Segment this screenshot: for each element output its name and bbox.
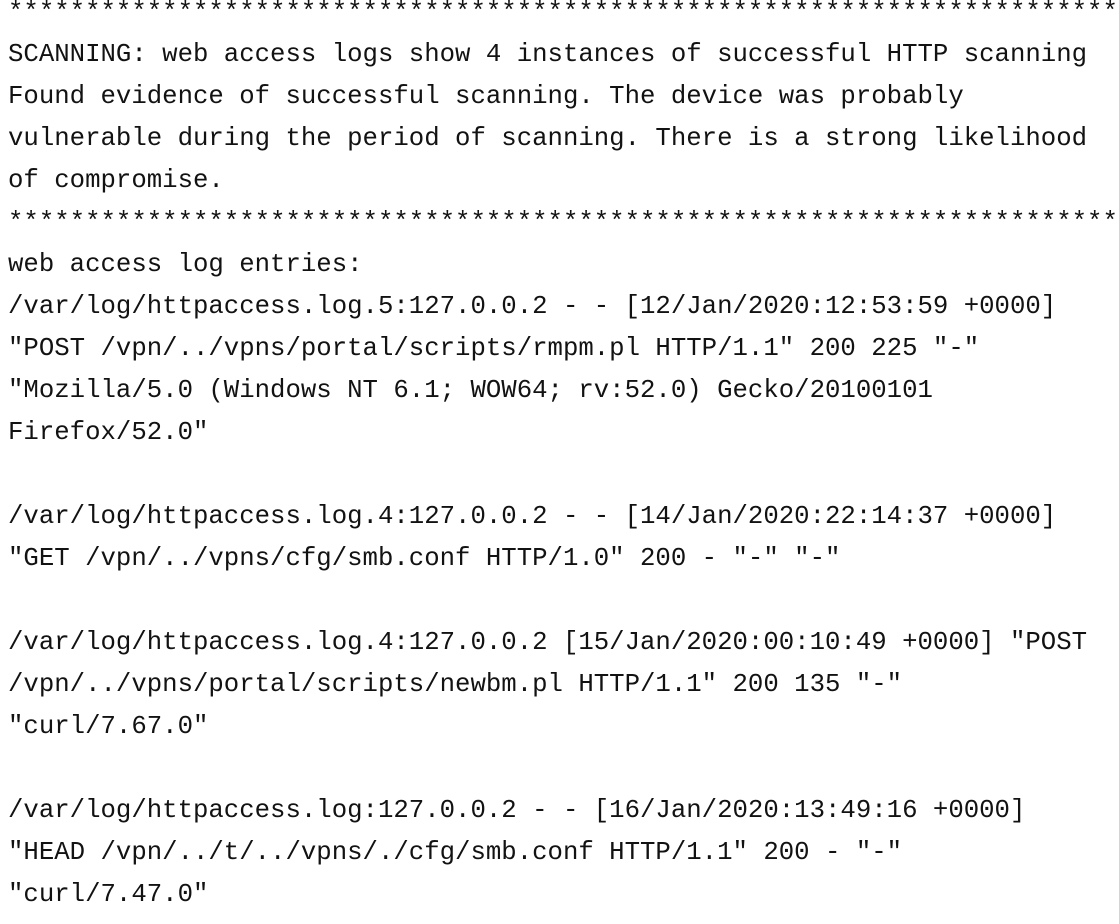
- log-entry-4-line-3: "curl/7.47.0": [8, 880, 209, 909]
- log-entry-1-line-2: "POST /vpn/../vpns/portal/scripts/rmpm.p…: [8, 334, 980, 363]
- scanning-report-text: ****************************************…: [0, 0, 1119, 924]
- log-entries-heading: web access log entries:: [8, 250, 363, 279]
- log-entry-2-line-1: /var/log/httpaccess.log.4:127.0.0.2 - - …: [8, 502, 1057, 531]
- log-entry-4-line-1: /var/log/httpaccess.log:127.0.0.2 - - [1…: [8, 796, 1026, 825]
- log-entry-3-line-3: "curl/7.67.0": [8, 712, 209, 741]
- scanning-summary-heading: SCANNING: web access logs show 4 instanc…: [8, 40, 1088, 69]
- log-entry-3-line-2: /vpn/../vpns/portal/scripts/newbm.pl HTT…: [8, 670, 903, 699]
- log-entry-spacer-3: [8, 748, 1119, 790]
- log-entry-4-line-2: "HEAD /vpn/../t/../vpns/./cfg/smb.conf H…: [8, 838, 903, 867]
- log-entry-1-line-4: Firefox/52.0": [8, 418, 209, 447]
- scanning-summary-line-3: of compromise.: [8, 166, 224, 195]
- log-entry-spacer-1: [8, 454, 1119, 496]
- scanning-summary-line-2: vulnerable during the period of scanning…: [8, 124, 1088, 153]
- separator-rule-bottom: ****************************************…: [8, 208, 1118, 237]
- log-entry-3-line-1: /var/log/httpaccess.log.4:127.0.0.2 [15/…: [8, 628, 1088, 657]
- scanning-summary-line-1: Found evidence of successful scanning. T…: [8, 82, 964, 111]
- separator-rule-top: ****************************************…: [8, 0, 1118, 27]
- log-entry-1-line-1: /var/log/httpaccess.log.5:127.0.0.2 - - …: [8, 292, 1057, 321]
- log-entry-2-line-2: "GET /vpn/../vpns/cfg/smb.conf HTTP/1.0"…: [8, 544, 841, 573]
- log-entry-spacer-2: [8, 580, 1119, 622]
- log-entry-1-line-3: "Mozilla/5.0 (Windows NT 6.1; WOW64; rv:…: [8, 376, 933, 405]
